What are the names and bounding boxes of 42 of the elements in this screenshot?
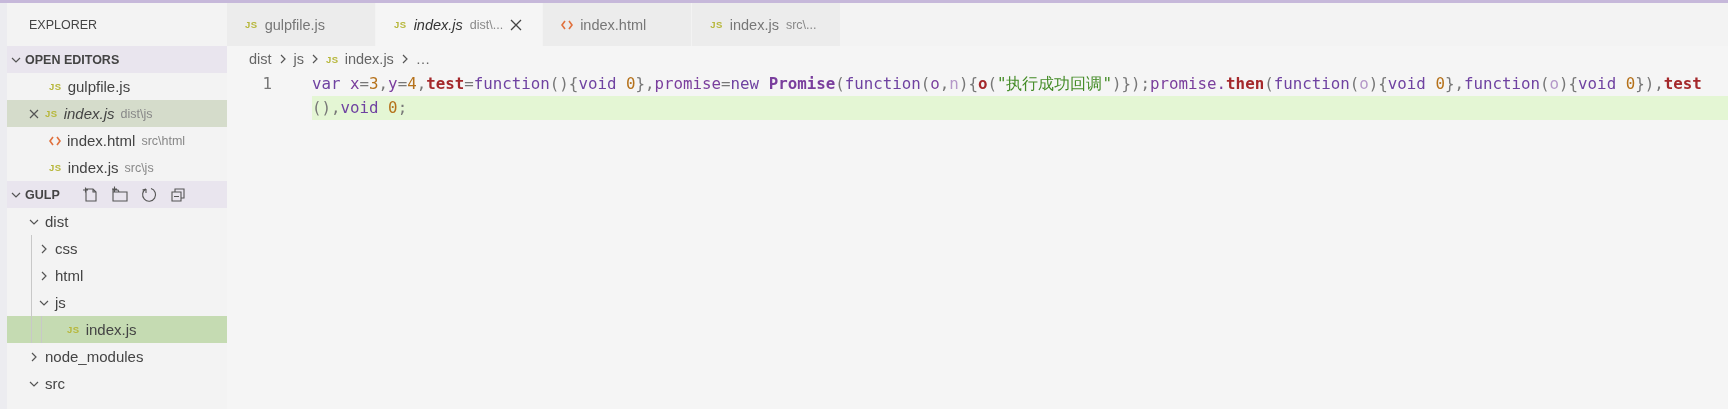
js-file-icon: JS <box>710 19 723 30</box>
editor-tab[interactable]: JS gulpfile.js <box>227 3 376 46</box>
folder-item[interactable]: html <box>7 262 227 289</box>
folder-item[interactable]: node_modules <box>7 343 227 370</box>
js-file-icon: JS <box>49 162 62 173</box>
editor-tab[interactable]: index.html <box>543 3 693 46</box>
breadcrumb-item[interactable]: dist <box>249 51 272 67</box>
chevron-icon <box>39 243 49 254</box>
open-editor-item[interactable]: JS index.js dist\js <box>7 100 227 127</box>
breadcrumb-item[interactable]: js <box>293 51 305 67</box>
js-file-icon: JS <box>45 108 58 119</box>
editor-tab[interactable]: JS index.js src\... <box>692 3 842 46</box>
sidebar-title: EXPLORER <box>28 16 99 34</box>
js-file-icon: JS <box>67 324 80 335</box>
breadcrumb-item[interactable]: index.js <box>344 51 394 67</box>
line-number: 1 <box>262 74 272 93</box>
folder-item[interactable]: dist <box>7 208 227 235</box>
folder-item[interactable]: js <box>7 289 227 316</box>
open-editor-item[interactable]: index.html src\html <box>7 127 227 154</box>
open-editor-item[interactable]: JS gulpfile.js <box>7 73 227 100</box>
close-icon[interactable] <box>29 108 39 119</box>
js-file-icon: JS <box>326 53 339 65</box>
close-icon[interactable] <box>510 18 523 31</box>
new-file-icon[interactable] <box>81 186 99 203</box>
chevron-icon <box>29 351 39 362</box>
chevron-icon <box>39 270 49 281</box>
folder-item[interactable]: css <box>7 235 227 262</box>
refresh-icon[interactable] <box>140 186 158 203</box>
code-line: var x=3,y=4,test=function(){void 0},promise=new Promise(function(o,n){o("执行成功回调")});promise.then(function(o){void 0},function(o){void 0}),test <box>312 73 1703 95</box>
code-brackets-icon <box>561 19 574 30</box>
new-folder-icon[interactable] <box>110 186 129 203</box>
file-item[interactable]: JS index.js <box>7 316 227 343</box>
breadcrumb-item[interactable]: … <box>415 51 431 67</box>
folder-item[interactable]: src <box>7 370 227 397</box>
section-header[interactable]: OPEN EDITORS <box>7 46 227 73</box>
code-brackets-icon <box>49 135 61 146</box>
open-editor-item[interactable]: JS index.js src\js <box>7 154 227 181</box>
js-file-icon: JS <box>394 19 407 30</box>
js-file-icon: JS <box>245 19 258 30</box>
collapse-all-icon[interactable] <box>169 186 187 203</box>
section-header[interactable]: GULP <box>7 181 227 208</box>
js-file-icon: JS <box>49 81 62 92</box>
